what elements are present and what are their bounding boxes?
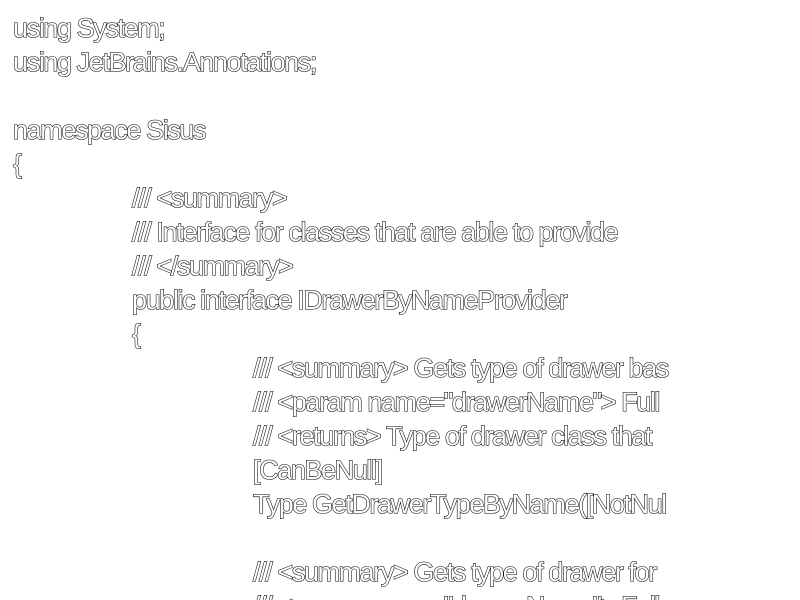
code-line-namespace: namespace Sisus — [12, 114, 207, 145]
code-line-blank-2 — [0, 521, 253, 555]
code-line-method-summary: /// <summary> Gets type of drawer bas — [252, 352, 669, 383]
code-line-using-system: using System; — [12, 12, 166, 43]
code-line-summary-close: /// </summary> — [131, 250, 294, 281]
code-line-summary-text: /// Interface for classes that are able … — [131, 216, 619, 247]
code-line-method-signature: Type GetDrawerTypeByName([NotNul — [252, 488, 667, 519]
code-line-using-annotations: using JetBrains.Annotations; — [12, 46, 318, 77]
code-line-interface-decl: public interface IDrawerByNameProvider — [131, 284, 568, 315]
code-line-attribute: [CanBeNull] — [252, 454, 383, 485]
code-view[interactable]: using System; using JetBrains.Annotation… — [0, 0, 800, 600]
code-line-method2-summary: /// <summary> Gets type of drawer for — [252, 556, 657, 587]
code-line-interface-brace: { — [131, 318, 141, 349]
code-line-summary-open: /// <summary> — [131, 182, 288, 213]
code-line-open-brace: { — [12, 148, 22, 179]
code-line-method-returns: /// <returns> Type of drawer class that — [252, 420, 653, 451]
code-line-method-param: /// <param name="drawerName"> Full — [252, 386, 661, 417]
code-line-method2-param: /// <param name="drawerName"> Full — [0, 589, 661, 600]
